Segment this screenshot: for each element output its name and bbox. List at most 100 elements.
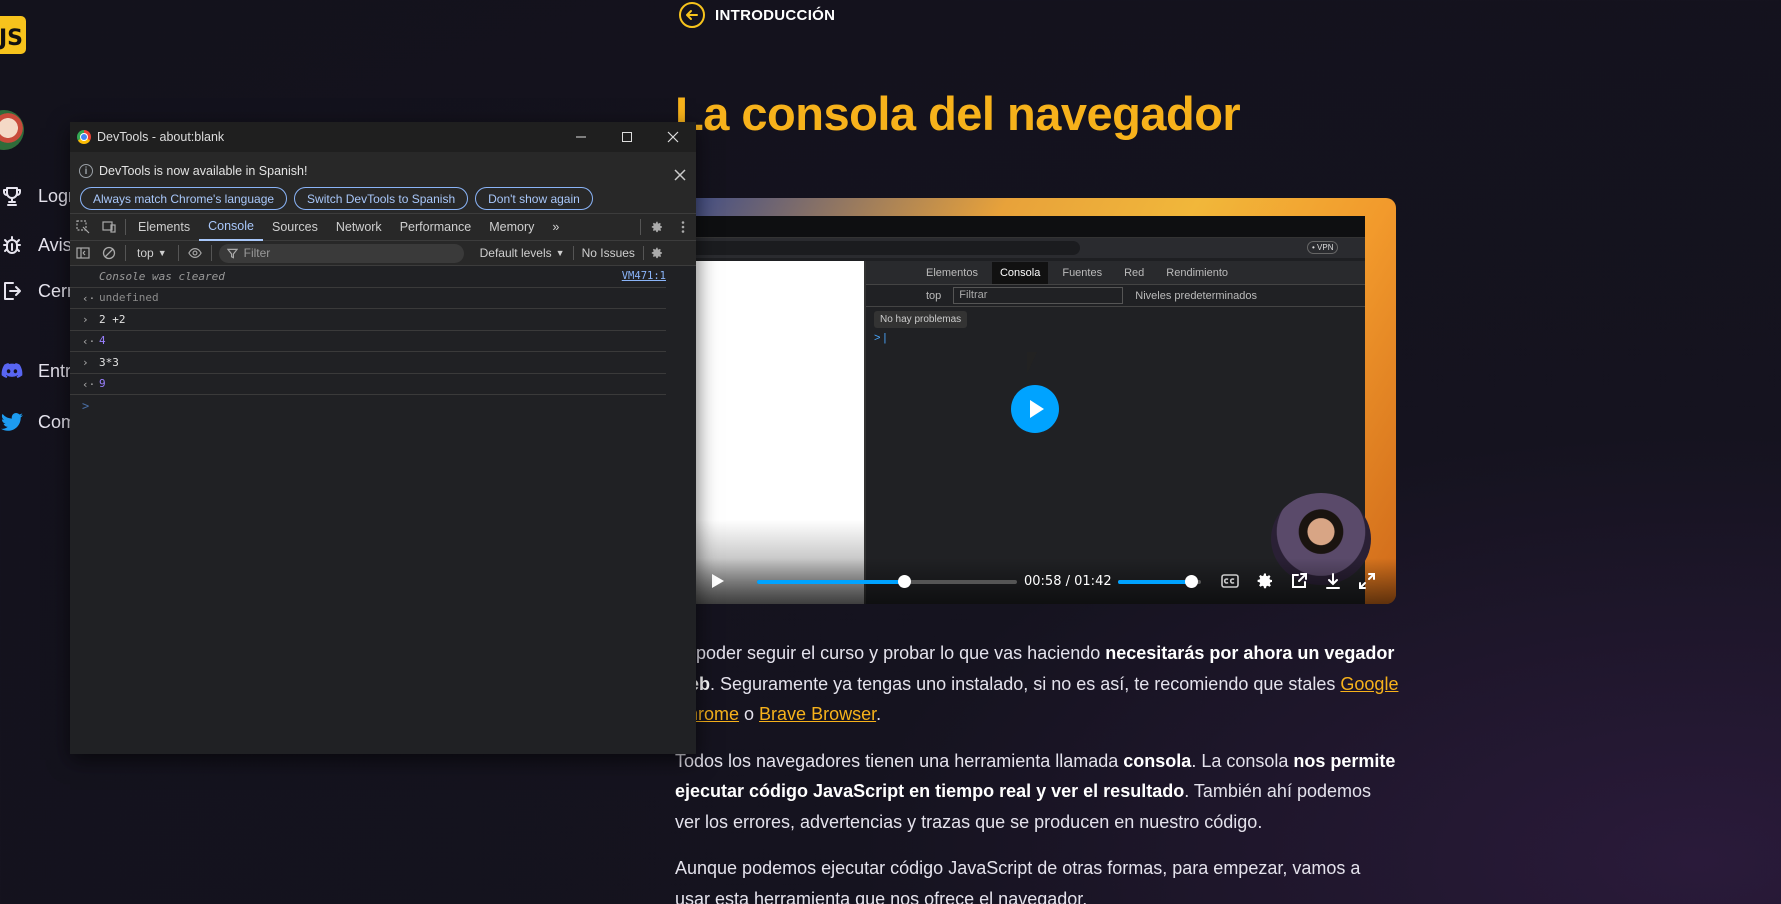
fullscreen-icon[interactable] xyxy=(1357,571,1377,591)
sidebar-toggle-button[interactable] xyxy=(70,241,96,266)
play-overlay-button[interactable] xyxy=(1011,385,1059,433)
captions-icon[interactable] xyxy=(1220,571,1240,591)
sidebar-item-logros[interactable]: Logr xyxy=(0,184,74,208)
back-button[interactable] xyxy=(679,2,705,28)
levels-value: Default levels xyxy=(479,246,552,260)
breadcrumb-label[interactable]: INTRODUCCIÓN xyxy=(715,7,835,24)
switch-to-spanish-button[interactable]: Switch DevTools to Spanish xyxy=(294,187,469,210)
log-levels-dropdown[interactable]: Default levels ▼ xyxy=(472,246,573,260)
divider xyxy=(177,245,179,261)
inspect-icon xyxy=(76,220,90,234)
seek-bar[interactable] xyxy=(757,575,1017,588)
console-prompt-input[interactable]: > xyxy=(70,395,696,417)
live-expression-button[interactable] xyxy=(182,241,208,266)
dont-show-again-button[interactable]: Don't show again xyxy=(475,187,593,210)
expand-chevron-icon[interactable]: › xyxy=(82,356,89,369)
dropdown-arrow-icon: ▼ xyxy=(157,248,167,258)
always-match-language-button[interactable]: Always match Chrome's language xyxy=(80,187,288,210)
js-logo[interactable]: JS xyxy=(0,16,26,54)
tab-network[interactable]: Network xyxy=(327,214,391,241)
context-selector[interactable]: top ▼ xyxy=(129,246,175,260)
current-time: 00:58 xyxy=(1024,574,1062,589)
video-filter: Filtrar xyxy=(953,287,1124,304)
volume-handle[interactable] xyxy=(1185,575,1199,588)
tab-sources[interactable]: Sources xyxy=(263,214,327,241)
clear-console-button[interactable] xyxy=(96,241,122,266)
devtools-titlebar[interactable]: DevTools - about:blank xyxy=(70,122,696,152)
settings-gear-icon[interactable] xyxy=(1255,571,1275,591)
console-settings-button[interactable] xyxy=(644,241,670,266)
console-input-entry[interactable]: › 2 +2 xyxy=(70,309,666,331)
tab-performance[interactable]: Performance xyxy=(391,214,481,241)
source-link[interactable]: VM471:1 xyxy=(622,270,666,282)
volume-fill xyxy=(1118,580,1192,584)
seek-bar-handle[interactable] xyxy=(898,575,912,588)
duration: 01:42 xyxy=(1074,574,1112,589)
device-toolbar-button[interactable] xyxy=(96,214,122,241)
devtools-window: DevTools - about:blank i DevTools is now… xyxy=(70,122,696,754)
seek-bar-fill xyxy=(757,580,905,584)
play-icon[interactable] xyxy=(707,571,727,591)
paragraph: Todos los navegadores tienen una herrami… xyxy=(675,746,1400,838)
sidebar-item-twitter[interactable]: Com xyxy=(0,410,76,434)
page-title: La consola del navegador xyxy=(675,87,1241,140)
device-icon xyxy=(102,221,116,233)
maximize-icon xyxy=(622,132,632,142)
text: Todos los navegadores tienen una herrami… xyxy=(675,750,1124,771)
minimize-icon xyxy=(576,136,586,138)
message-text: Console was cleared xyxy=(99,269,225,283)
bug-icon xyxy=(3,236,21,254)
issues-button[interactable]: No Issues xyxy=(572,246,644,260)
context-value: top xyxy=(137,246,154,260)
sidebar-toggle-icon xyxy=(76,247,90,259)
language-infobar: i DevTools is now available in Spanish! … xyxy=(70,152,696,214)
more-tabs-button[interactable]: » xyxy=(543,214,568,241)
avatar[interactable] xyxy=(0,110,24,150)
bold-text: consola xyxy=(1123,750,1192,771)
popout-icon[interactable] xyxy=(1289,571,1309,591)
tab-console[interactable]: Console xyxy=(199,214,263,241)
brave-browser-link[interactable]: Brave Browser xyxy=(759,704,876,724)
sidebar-item-avisos[interactable]: Avis xyxy=(0,233,72,257)
info-icon: i xyxy=(79,164,93,178)
expand-chevron-icon[interactable]: › xyxy=(82,313,89,326)
settings-button[interactable] xyxy=(644,214,670,241)
text: . La consola xyxy=(1191,750,1294,771)
video-tab: Red xyxy=(1124,266,1145,279)
video-player[interactable]: • VPN Elementos Consola Fuentes Red Rend… xyxy=(675,198,1396,604)
video-address-bar: • VPN xyxy=(675,238,1365,258)
close-icon[interactable] xyxy=(674,169,686,181)
text: . Seguramente ya tengas uno instalado, s… xyxy=(710,673,1341,694)
video-time: 00:58 / 01:42 xyxy=(1024,574,1112,589)
console-result: ‹· undefined xyxy=(70,288,666,309)
close-window-button[interactable] xyxy=(650,122,696,152)
maximize-button[interactable] xyxy=(604,122,650,152)
minimize-button[interactable] xyxy=(558,122,604,152)
console-filter-input[interactable]: Filter xyxy=(218,243,464,263)
sidebar-item-label: Avis xyxy=(38,234,72,255)
paragraph: Aunque podemos ejecutar código JavaScrip… xyxy=(675,858,1361,904)
infobar-text: DevTools is now available in Spanish! xyxy=(99,164,308,178)
sidebar-item-discord[interactable]: Entr xyxy=(0,359,71,383)
video-context: top xyxy=(926,289,942,302)
result-arrow-icon: ‹· xyxy=(82,291,96,305)
inspect-element-button[interactable] xyxy=(70,214,96,241)
window-title: DevTools - about:blank xyxy=(97,130,225,144)
eye-icon xyxy=(187,248,202,258)
video-issues: No hay problemas xyxy=(874,311,968,328)
breadcrumb: INTRODUCCIÓN xyxy=(679,2,835,28)
discord-icon xyxy=(1,363,23,378)
tab-elements[interactable]: Elements xyxy=(129,214,199,241)
paragraph: ra poder seguir el curso y probar lo que… xyxy=(675,638,1400,730)
download-icon[interactable] xyxy=(1323,571,1343,591)
more-options-button[interactable] xyxy=(670,214,696,241)
console-toolbar: top ▼ Filter Default levels ▼ No Issues xyxy=(70,241,696,266)
divider xyxy=(210,245,212,261)
video-url-field xyxy=(675,241,1080,255)
filter-placeholder: Filter xyxy=(243,246,271,260)
video-tab: Consola xyxy=(991,261,1049,284)
console-input-entry[interactable]: › 3*3 xyxy=(70,352,666,374)
volume-slider[interactable] xyxy=(1118,575,1201,588)
sidebar-item-label: Entr xyxy=(38,360,72,381)
tab-memory[interactable]: Memory xyxy=(480,214,543,241)
